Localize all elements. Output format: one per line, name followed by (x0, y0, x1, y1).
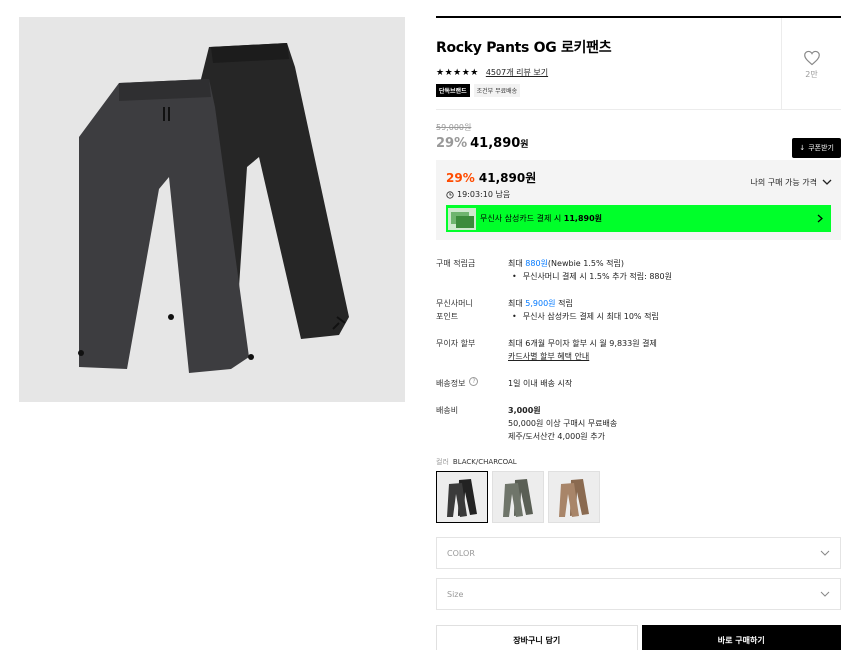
installment-link[interactable]: 카드사별 할부 혜택 안내 (508, 350, 841, 363)
points-post: (Newbie 1.5% 적립) (547, 259, 624, 268)
my-price-label: 나의 구매 가능 가격 (750, 178, 817, 187)
pants-photo-icon (19, 17, 405, 402)
color-label-text: 컬러 (436, 458, 449, 466)
color-section: 컬러 BLACK/CHARCOAL (436, 457, 841, 523)
tag-exclusive-brand: 단독브랜드 (436, 84, 470, 97)
rating-row: ★★★★★ 4507개 리뷰 보기 (436, 67, 781, 78)
points-row: 구매 적립금 최대 880원(Newbie 1.5% 적립) 무신사머니 결제 … (436, 257, 841, 283)
money-points-bullet: 무신사 삼성카드 결제 시 최대 10% 적립 (508, 310, 841, 323)
money-points-post: 적립 (558, 299, 573, 308)
color-select-placeholder: COLOR (447, 548, 475, 558)
card-promo-banner[interactable]: 무신사 삼성카드 결제 시 11,890원 (446, 205, 831, 232)
points-bullet: 무신사머니 결제 시 1.5% 추가 적립: 880원 (508, 270, 841, 283)
pants-beige-icon (559, 479, 589, 517)
color-selected-name: BLACK/CHARCOAL (452, 458, 517, 466)
swatch-khaki[interactable] (492, 471, 544, 523)
like-count: 2만 (805, 70, 818, 79)
pants-khaki-icon (503, 479, 533, 517)
pants-black-icon (447, 479, 477, 517)
installment-label: 무이자 할부 (436, 339, 476, 348)
buy-now-button[interactable]: 바로 구매하기 (641, 625, 841, 650)
money-points-row: 무신사머니 포인트 최대 5,900원 적립 무신사 삼성카드 결제 시 최대 … (436, 297, 841, 323)
original-price: 59,000원 (436, 123, 472, 132)
current-price: 41,890 (470, 136, 521, 151)
card-image-icon (448, 207, 476, 230)
swatch-black-charcoal[interactable] (436, 471, 488, 523)
purchase-actions: 장바구니 담기 바로 구매하기 (436, 625, 841, 650)
price-row: 29% 41,890 원 (436, 136, 841, 151)
timer: 19:03:10 남음 (446, 189, 536, 200)
shipping-fee-row: 배송비 3,000원 50,000원 이상 구매시 무료배송 제주/도서산간 4… (436, 404, 841, 443)
chevron-down-icon (822, 179, 832, 185)
shipping-info-label: 배송정보 ? (436, 377, 508, 390)
money-points-label-2: 포인트 (436, 312, 459, 321)
review-link[interactable]: 4507개 리뷰 보기 (486, 67, 548, 78)
points-amount: 880원 (525, 259, 548, 268)
shipping-fee-label: 배송비 (436, 406, 459, 415)
discount-percent: 29% (436, 136, 468, 151)
help-icon[interactable]: ? (469, 377, 479, 386)
timer-text: 19:03:10 남음 (457, 190, 511, 199)
swatch-beige[interactable] (548, 471, 600, 523)
heart-icon (803, 50, 820, 66)
product-image (19, 17, 405, 402)
money-points-pre: 최대 (508, 299, 523, 308)
chevron-right-icon (817, 214, 823, 223)
price-unit: 원 (520, 140, 529, 150)
card-promo-price: 11,890원 (563, 214, 603, 223)
points-label: 구매 적립금 (436, 259, 476, 268)
card-promo-text-pre: 무신사 삼성카드 결제 시 (480, 214, 562, 223)
clock-icon (446, 190, 454, 199)
installment-row: 무이자 할부 최대 6개월 무이자 할부 시 월 9,833원 결제 카드사별 … (436, 337, 841, 363)
product-title: Rocky Pants OG 로키팬츠 (436, 40, 612, 56)
chevron-down-icon (820, 550, 830, 556)
promo-amount: 41,890원 (478, 171, 537, 185)
shipping-fee-island: 제주/도서산간 4,000원 추가 (508, 432, 605, 441)
coupon-button[interactable]: ↓ 쿠폰받기 (792, 138, 841, 158)
card-thumbnail (448, 207, 476, 230)
tag-free-shipping: 조건부 무료배송 (473, 84, 521, 97)
card-promo-text: 무신사 삼성카드 결제 시 11,890원 (480, 213, 817, 224)
promo-box: 29% 41,890원 19:03:10 남음 나의 구매 가능 가격 무신사 … (436, 160, 841, 240)
my-price-toggle[interactable]: 나의 구매 가능 가격 (750, 177, 832, 188)
size-select[interactable]: Size (436, 578, 841, 610)
download-icon: ↓ (799, 144, 806, 152)
color-label: 컬러 BLACK/CHARCOAL (436, 457, 841, 467)
installment-text: 최대 6개월 무이자 할부 시 월 9,833원 결제 (508, 339, 657, 348)
promo-price: 29% 41,890원 (446, 169, 536, 186)
shipping-info-label-text: 배송정보 (436, 379, 466, 388)
shipping-fee-free: 50,000원 이상 구매시 무료배송 (508, 419, 618, 428)
price-block: 59,000원 29% 41,890 원 ↓ 쿠폰받기 (436, 122, 841, 158)
product-info-panel: Rocky Pants OG 로키팬츠 ★★★★★ 4507개 리뷰 보기 단독… (436, 16, 841, 650)
chevron-down-icon (820, 591, 830, 597)
promo-discount: 29% (446, 171, 475, 185)
like-button[interactable]: 2만 (781, 18, 841, 109)
shipping-info-value: 1일 이내 배송 시작 (508, 379, 573, 388)
star-rating-icon: ★★★★★ (436, 67, 479, 78)
size-select-placeholder: Size (447, 589, 464, 599)
benefit-details: 구매 적립금 최대 880원(Newbie 1.5% 적립) 무신사머니 결제 … (436, 257, 841, 443)
shipping-info-row: 배송정보 ? 1일 이내 배송 시작 (436, 377, 841, 390)
product-header: Rocky Pants OG 로키팬츠 ★★★★★ 4507개 리뷰 보기 단독… (436, 18, 841, 110)
coupon-button-label: 쿠폰받기 (808, 144, 834, 152)
color-select[interactable]: COLOR (436, 537, 841, 569)
money-points-label-1: 무신사머니 (436, 299, 473, 308)
shipping-fee-amount: 3,000원 (508, 406, 541, 415)
points-pre: 최대 (508, 259, 523, 268)
add-to-cart-button[interactable]: 장바구니 담기 (436, 625, 638, 650)
product-tags: 단독브랜드 조건부 무료배송 (436, 84, 781, 97)
money-points-label: 무신사머니 포인트 (436, 297, 508, 323)
color-swatches (436, 471, 841, 523)
money-points-amount: 5,900원 (525, 299, 556, 308)
